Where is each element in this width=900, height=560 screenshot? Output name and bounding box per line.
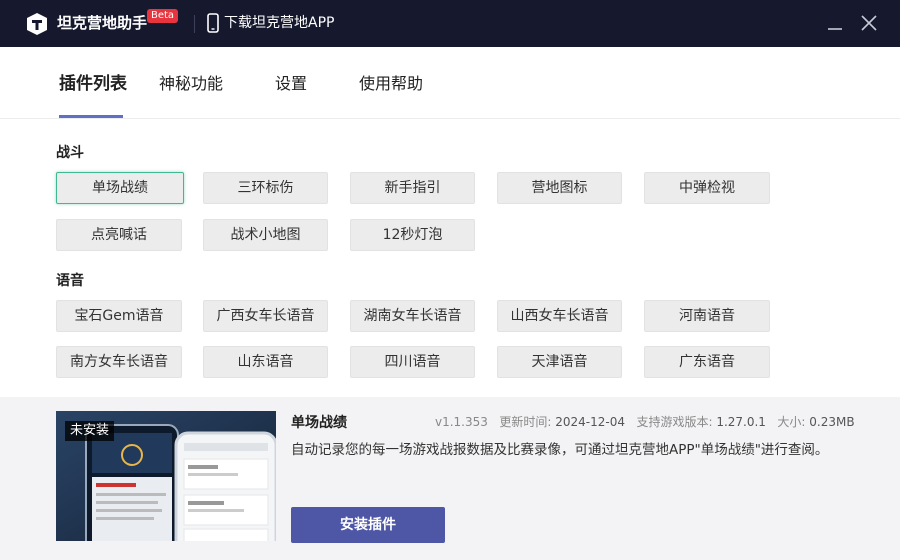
- plugin-item[interactable]: 广西女车长语音: [203, 300, 328, 332]
- plugin-item[interactable]: 单场战绩: [56, 172, 184, 204]
- install-plugin-button[interactable]: 安装插件: [291, 507, 445, 543]
- plugin-item[interactable]: 三环标伤: [203, 172, 328, 204]
- titlebar-divider: [194, 15, 195, 33]
- plugin-item[interactable]: 12秒灯泡: [350, 219, 475, 251]
- section-title-combat: 战斗: [56, 145, 84, 161]
- game-version-label: 支持游戏版本:: [636, 415, 713, 429]
- plugin-item[interactable]: 广东语音: [644, 346, 770, 378]
- plugin-item[interactable]: 宝石Gem语音: [56, 300, 182, 332]
- phone-icon: [207, 13, 219, 33]
- plugin-item[interactable]: 点亮喊话: [56, 219, 182, 251]
- close-icon[interactable]: [858, 12, 880, 34]
- plugin-meta: v1.1.353 更新时间: 2024-12-04 支持游戏版本: 1.27.0…: [435, 413, 855, 430]
- plugin-item[interactable]: 山东语音: [203, 346, 328, 378]
- app-title: 坦克营地助手: [57, 14, 148, 32]
- plugin-description: 自动记录您的每一场游戏战报数据及比赛录像，可通过坦克营地APP"单场战绩"进行查…: [291, 442, 829, 458]
- tab-bar: 插件列表 神秘功能 设置 使用帮助: [0, 47, 900, 119]
- plugin-item[interactable]: 河南语音: [644, 300, 770, 332]
- download-app-link[interactable]: 下载坦克营地APP: [224, 12, 334, 34]
- plugin-item[interactable]: 南方女车长语音: [56, 346, 182, 378]
- updated-label: 更新时间:: [499, 415, 552, 429]
- plugin-item[interactable]: 中弹检视: [644, 172, 770, 204]
- plugin-item[interactable]: 山西女车长语音: [497, 300, 622, 332]
- plugin-item[interactable]: 湖南女车长语音: [350, 300, 475, 332]
- tab-settings[interactable]: 设置: [275, 73, 307, 95]
- plugin-item[interactable]: 四川语音: [350, 346, 475, 378]
- section-title-voice: 语音: [56, 273, 84, 289]
- game-version-value: 1.27.0.1: [716, 415, 766, 429]
- plugin-preview-image: 未安装: [56, 411, 276, 541]
- tab-mystery-features[interactable]: 神秘功能: [159, 73, 223, 95]
- plugin-item[interactable]: 新手指引: [350, 172, 475, 204]
- plugin-item[interactable]: 天津语音: [497, 346, 622, 378]
- plugin-item[interactable]: 营地图标: [497, 172, 622, 204]
- updated-value: 2024-12-04: [555, 415, 625, 429]
- active-tab-indicator: [59, 115, 123, 118]
- tank-logo-icon: [27, 13, 47, 35]
- size-value: 0.23MB: [809, 415, 855, 429]
- tab-help[interactable]: 使用帮助: [359, 73, 423, 95]
- tab-plugin-list[interactable]: 插件列表: [59, 73, 127, 95]
- plugin-detail-panel: 未安装 单场战绩 v1.1.353 更新时间: 2024-12-04 支持游戏版…: [0, 397, 900, 560]
- size-label: 大小:: [777, 415, 806, 429]
- plugin-version: v1.1.353: [435, 415, 488, 429]
- plugin-item[interactable]: 战术小地图: [203, 219, 328, 251]
- plugin-detail-name: 单场战绩: [291, 415, 347, 431]
- beta-badge: Beta: [147, 9, 179, 23]
- install-status-badge: 未安装: [65, 421, 115, 441]
- title-bar: 坦克营地助手 Beta 下载坦克营地APP: [0, 0, 900, 47]
- minimize-icon[interactable]: [824, 12, 846, 34]
